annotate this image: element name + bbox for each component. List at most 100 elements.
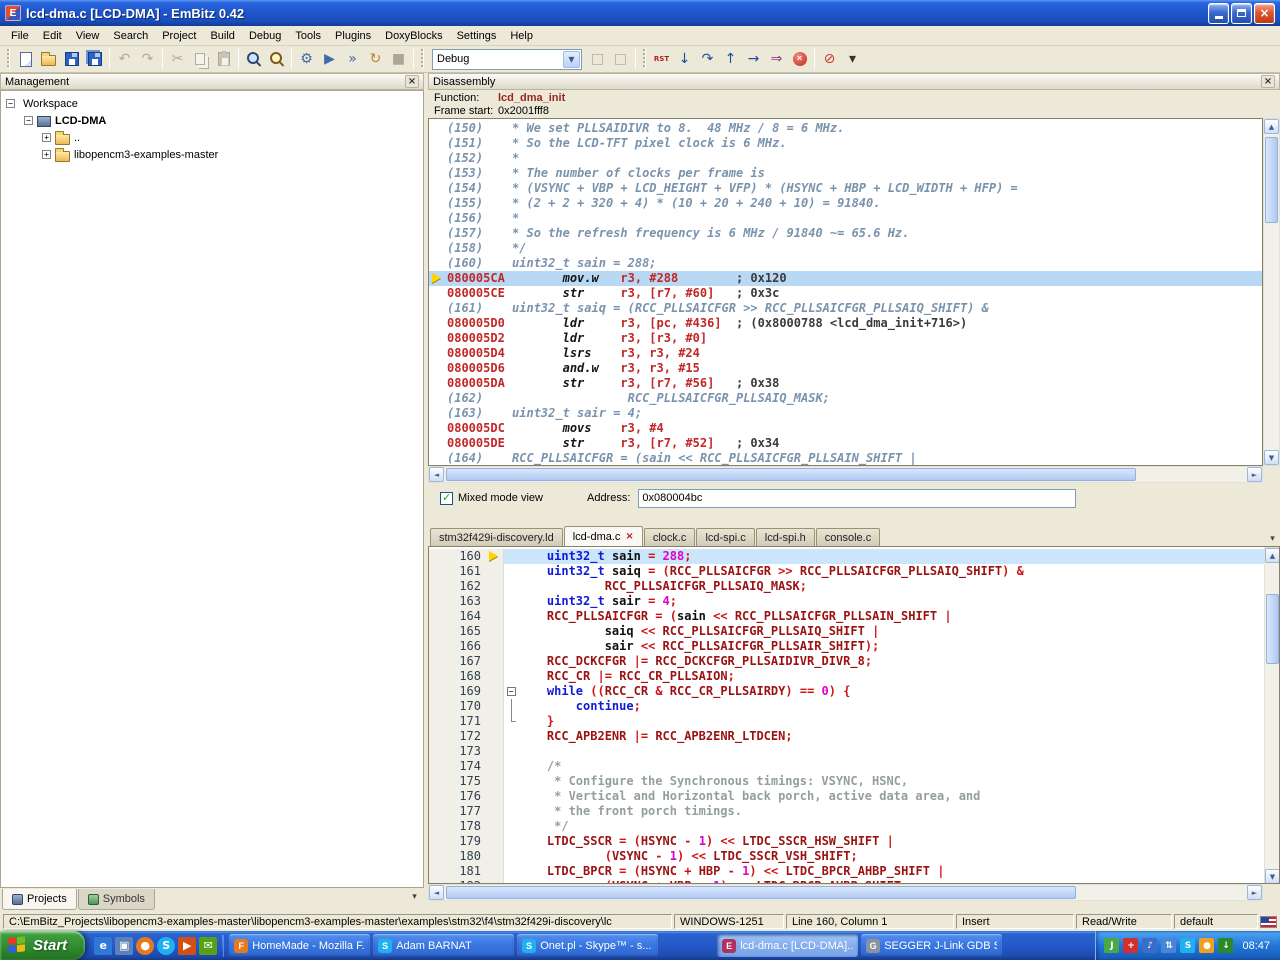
- jlink-icon[interactable]: J: [1104, 938, 1119, 953]
- run-to-cursor-button[interactable]: →: [742, 48, 765, 71]
- menu-view[interactable]: View: [69, 27, 107, 45]
- fold-collapse-icon[interactable]: −: [507, 687, 516, 696]
- step-over-button[interactable]: ↷: [696, 48, 719, 71]
- collapse-icon[interactable]: −: [24, 116, 33, 125]
- skype-icon[interactable]: S: [157, 937, 175, 955]
- mixed-mode-checkbox[interactable]: [440, 492, 453, 505]
- tree-item-lcd-dma[interactable]: −LCD-DMA: [1, 112, 423, 129]
- build-button[interactable]: ⚙: [295, 48, 318, 71]
- scrollbar-thumb[interactable]: [1266, 594, 1279, 664]
- step-out-button[interactable]: ↑: [719, 48, 742, 71]
- menu-debug[interactable]: Debug: [242, 27, 288, 45]
- messenger-icon[interactable]: ●: [1199, 938, 1214, 953]
- tab-lcd-spi-c[interactable]: lcd-spi.c: [696, 528, 754, 546]
- media-player-icon[interactable]: ▶: [178, 937, 196, 955]
- email-icon[interactable]: ✉: [199, 937, 217, 955]
- scrollbar-thumb[interactable]: [446, 886, 1076, 899]
- menu-file[interactable]: File: [4, 27, 36, 45]
- editor-vscrollbar[interactable]: ▲ ▼: [1264, 547, 1280, 884]
- tab-lcd-spi-h[interactable]: lcd-spi.h: [756, 528, 815, 546]
- internet-explorer-icon[interactable]: e: [94, 937, 112, 955]
- minimize-button[interactable]: [1208, 3, 1229, 24]
- disassembly-vscrollbar[interactable]: ▲ ▼: [1263, 118, 1280, 466]
- management-tab-symbols[interactable]: Symbols: [78, 889, 155, 910]
- management-tab-projects[interactable]: Projects: [2, 889, 77, 910]
- close-button[interactable]: ×: [1254, 3, 1275, 24]
- start-button[interactable]: Start: [0, 931, 85, 960]
- toolbar-grip[interactable]: [421, 49, 424, 69]
- save-file-button[interactable]: [60, 48, 83, 71]
- combo-dropdown-icon[interactable]: ▼: [563, 51, 580, 68]
- management-close-icon[interactable]: ×: [405, 75, 419, 88]
- menu-doxyblocks[interactable]: DoxyBlocks: [378, 27, 449, 45]
- tab-clock-c[interactable]: clock.c: [644, 528, 696, 546]
- next-statement-button[interactable]: ⇒: [765, 48, 788, 71]
- task-button-3[interactable]: SOnet.pl - Skype™ - s...: [517, 934, 658, 957]
- antivirus-icon[interactable]: +: [1123, 938, 1138, 953]
- detach-debugger-button[interactable]: ⊘: [818, 48, 841, 71]
- tab-stm32f429i-discovery-ld[interactable]: stm32f429i-discovery.ld: [430, 528, 563, 546]
- scrollbar-thumb[interactable]: [1265, 137, 1278, 223]
- menu-help[interactable]: Help: [503, 27, 540, 45]
- tree-item-workspace[interactable]: −Workspace: [1, 95, 423, 112]
- task-button-4[interactable]: Elcd-dma.c [LCD-DMA]...: [717, 934, 858, 957]
- disassembly-view[interactable]: (150) * We set PLLSAIDIVR to 8. 48 MHz /…: [428, 118, 1263, 466]
- scroll-down-icon[interactable]: ▼: [1265, 869, 1280, 884]
- toolbar-grip[interactable]: [643, 49, 646, 69]
- editor-hscrollbar[interactable]: ◄ ►: [428, 884, 1263, 901]
- build-target-combo[interactable]: Debug▼: [432, 49, 582, 70]
- find-button[interactable]: [242, 48, 265, 71]
- expand-icon[interactable]: +: [42, 150, 51, 159]
- source-editor[interactable]: 160 uint32_t sain = 288;161 uint32_t sai…: [428, 546, 1280, 884]
- toolbar-options-button[interactable]: ▾: [841, 48, 864, 71]
- firefox-icon[interactable]: ●: [136, 937, 154, 955]
- toolbar-grip[interactable]: [7, 49, 10, 69]
- save-all-button[interactable]: [83, 48, 106, 71]
- language-flag-icon[interactable]: [1260, 916, 1277, 928]
- run-button[interactable]: ▶: [318, 48, 341, 71]
- scroll-left-icon[interactable]: ◄: [429, 885, 444, 900]
- updates-icon[interactable]: ↓: [1218, 938, 1233, 953]
- network-icon[interactable]: ⇅: [1161, 938, 1176, 953]
- restore-button[interactable]: [1231, 3, 1252, 24]
- scroll-right-icon[interactable]: ►: [1247, 885, 1262, 900]
- open-file-button[interactable]: [37, 48, 60, 71]
- menu-settings[interactable]: Settings: [450, 27, 504, 45]
- volume-icon[interactable]: ♪: [1142, 938, 1157, 953]
- show-desktop-icon[interactable]: ▣: [115, 937, 133, 955]
- editor-tabs-dropdown-icon[interactable]: ▾: [1265, 531, 1280, 546]
- task-button-5[interactable]: GSEGGER J-Link GDB S...: [861, 934, 1002, 957]
- scroll-down-icon[interactable]: ▼: [1264, 450, 1279, 465]
- scroll-up-icon[interactable]: ▲: [1264, 119, 1279, 134]
- tree-item--[interactable]: +..: [1, 129, 423, 146]
- tree-item-libopencm3-examples-master[interactable]: +libopencm3-examples-master: [1, 146, 423, 163]
- management-tabs-dropdown-icon[interactable]: ▾: [407, 889, 422, 904]
- menu-project[interactable]: Project: [155, 27, 203, 45]
- scroll-right-icon[interactable]: ►: [1247, 467, 1262, 482]
- tab-close-icon[interactable]: ×: [625, 531, 633, 542]
- rebuild-button[interactable]: ↻: [364, 48, 387, 71]
- menu-plugins[interactable]: Plugins: [328, 27, 378, 45]
- find-in-files-button[interactable]: [265, 48, 288, 71]
- tab-lcd-dma-c[interactable]: lcd-dma.c×: [564, 526, 643, 546]
- stop-debugger-button[interactable]: [788, 48, 811, 71]
- scrollbar-thumb[interactable]: [446, 468, 1136, 481]
- task-button-1[interactable]: FHomeMade - Mozilla F...: [229, 934, 370, 957]
- expand-icon[interactable]: +: [42, 133, 51, 142]
- new-file-button[interactable]: [14, 48, 37, 71]
- menu-tools[interactable]: Tools: [288, 27, 328, 45]
- skype-tray-icon[interactable]: S: [1180, 938, 1195, 953]
- address-input[interactable]: [638, 489, 1076, 508]
- collapse-icon[interactable]: −: [6, 99, 15, 108]
- tab-console-c[interactable]: console.c: [816, 528, 880, 546]
- task-button-2[interactable]: SAdam BARNAT: [373, 934, 514, 957]
- scroll-left-icon[interactable]: ◄: [429, 467, 444, 482]
- scroll-up-icon[interactable]: ▲: [1265, 548, 1280, 563]
- menu-search[interactable]: Search: [106, 27, 155, 45]
- menu-edit[interactable]: Edit: [36, 27, 69, 45]
- menu-build[interactable]: Build: [203, 27, 241, 45]
- reset-target-button[interactable]: RST: [650, 48, 673, 71]
- build-and-run-button[interactable]: »: [341, 48, 364, 71]
- disassembly-hscrollbar[interactable]: ◄ ►: [428, 466, 1263, 483]
- disassembly-close-icon[interactable]: ×: [1261, 75, 1275, 88]
